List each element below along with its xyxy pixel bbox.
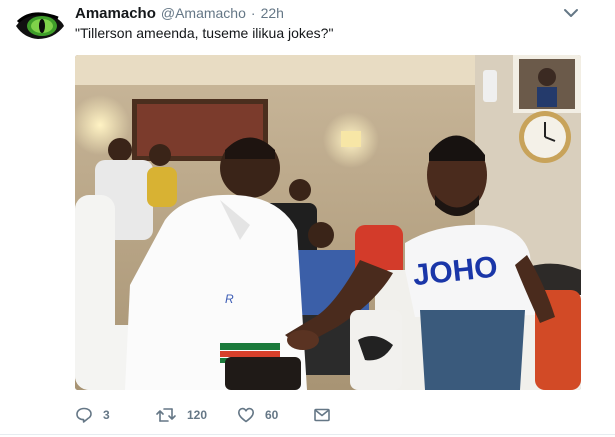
- like-button[interactable]: 60: [237, 406, 313, 424]
- tweet-text: "Tillerson ameenda, tuseme ilikua jokes?…: [75, 25, 334, 41]
- tweet-header: Amamacho @Amamacho · 22h: [75, 3, 284, 23]
- user-handle[interactable]: @Amamacho: [161, 5, 246, 21]
- chevron-down-icon: [564, 9, 578, 17]
- tweet-card[interactable]: Amamacho @Amamacho · 22h "Tillerson amee…: [0, 0, 615, 437]
- reply-button[interactable]: 3: [75, 406, 155, 424]
- like-count: 60: [265, 408, 279, 422]
- retweet-button[interactable]: 120: [155, 406, 237, 424]
- tweet-photo[interactable]: R JOHO: [75, 55, 581, 390]
- retweet-icon: [156, 408, 176, 422]
- separator-dot: ·: [250, 5, 256, 21]
- photo-image: R JOHO: [75, 55, 581, 390]
- reply-count: 3: [103, 408, 110, 422]
- envelope-icon: [314, 408, 330, 422]
- avatar[interactable]: [14, 8, 66, 44]
- display-name[interactable]: Amamacho: [75, 5, 156, 22]
- divider: [0, 434, 615, 435]
- reply-icon: [76, 407, 92, 423]
- heart-icon: [238, 407, 254, 423]
- timestamp[interactable]: 22h: [261, 5, 284, 21]
- tweet-actions: 3 120 60: [75, 404, 343, 426]
- sleeve-print: R: [225, 292, 234, 306]
- tweet-menu-button[interactable]: [562, 6, 580, 20]
- retweet-count: 120: [187, 408, 208, 422]
- green-eye-avatar-icon: [16, 12, 64, 39]
- direct-message-button[interactable]: [313, 406, 343, 424]
